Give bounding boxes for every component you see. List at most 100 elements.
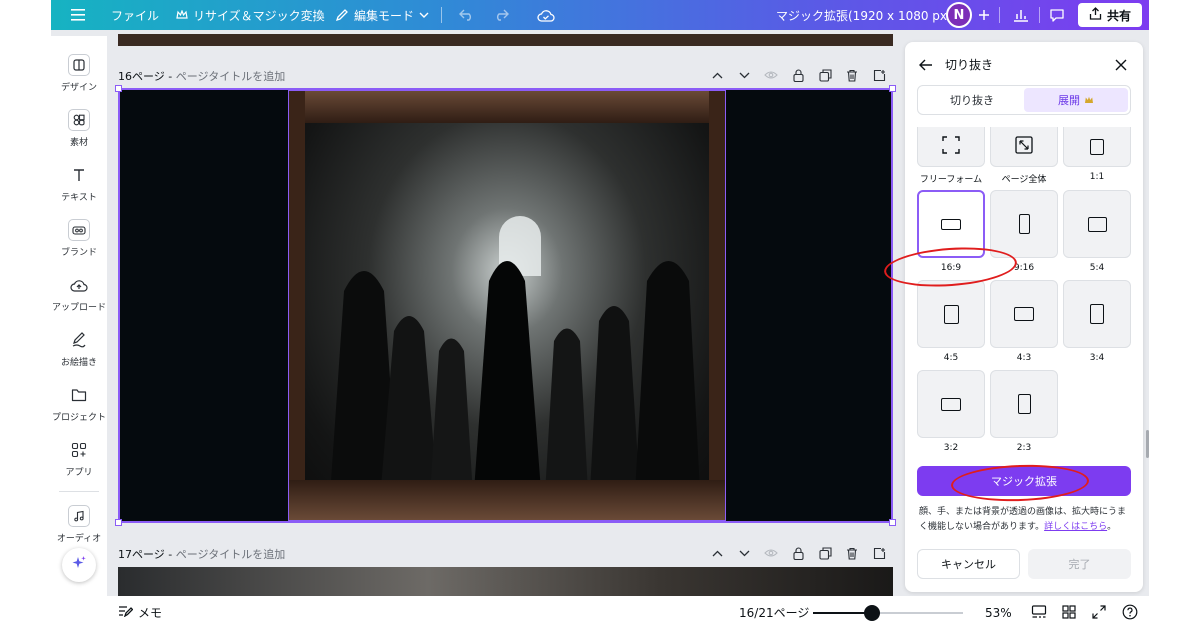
grid-view-icon[interactable] [1061,604,1077,620]
avatar[interactable]: N [946,2,972,28]
ratio-option-5-4[interactable] [1063,190,1131,258]
page-16-canvas[interactable] [115,85,896,526]
ratio-option-3-2[interactable] [917,370,985,438]
crown-icon [176,10,188,20]
hamburger-icon [71,9,85,21]
toolbar-divider [999,7,1000,23]
resize-handle[interactable] [115,85,122,92]
sidebar-item-brand[interactable]: ブランド [51,215,107,265]
portrait-shape-icon [1017,394,1031,414]
chevron-up-icon[interactable] [709,67,725,83]
add-page-icon[interactable] [871,545,887,561]
memo-button[interactable]: メモ [118,596,162,629]
duplicate-icon[interactable] [817,545,833,561]
cloud-save-button[interactable] [537,0,555,30]
sidebar-item-label: お絵描き [60,358,97,368]
ornate-frame-bottom [289,480,725,520]
share-button[interactable]: 共有 [1078,3,1142,27]
document-title[interactable]: マジック拡張(1920 x 1080 px) [776,0,952,30]
sidebar-item-label: オーディオ [56,534,102,544]
resize-magic-switch-button[interactable]: リサイズ＆マジック変換 [176,0,325,30]
crop-mode-tabs: 切り抜き 展開 [917,85,1131,115]
ratio-label: 1:1 [1089,172,1105,182]
ratio-option-4-5[interactable] [917,280,985,348]
trash-icon[interactable] [844,67,860,83]
chevron-down-icon[interactable] [736,545,752,561]
panel-scrollbar[interactable] [1146,430,1149,458]
add-collaborator-button[interactable] [978,0,990,30]
tab-label: 切り抜き [950,94,994,107]
close-icon[interactable] [1115,56,1127,75]
sidebar-item-upload[interactable]: アップロード [51,270,107,320]
zoom-slider-knob[interactable] [864,605,881,621]
page-title-placeholder[interactable]: ページタイトルを追加 [176,70,286,83]
ratio-option-whole-page[interactable] [990,127,1058,167]
sidebar-item-apps[interactable]: アプリ [51,435,107,485]
insights-button[interactable] [1013,0,1029,30]
edit-mode-dropdown[interactable]: 編集モード [335,0,429,30]
landscape-shape-icon [1014,307,1034,321]
ratio-option-2-3[interactable] [990,370,1058,438]
resize-handle[interactable] [889,85,896,92]
sidebar-item-draw[interactable]: お絵描き [51,325,107,375]
done-button[interactable]: 完了 [1028,549,1131,579]
resize-handle[interactable] [889,519,896,526]
page-17-label[interactable]: 17ページ - ページタイトルを追加 [118,546,285,562]
trash-icon[interactable] [844,545,860,561]
undo-button[interactable] [459,0,475,30]
zoom-level[interactable]: 53% [985,596,1012,629]
ratio-option-1-1[interactable] [1063,127,1131,167]
duplicate-icon[interactable] [817,67,833,83]
page-16-label[interactable]: 16ページ - ページタイトルを追加 [118,68,285,84]
sidebar-item-design[interactable]: デザイン [51,50,107,100]
help-icon[interactable] [1122,604,1138,620]
sidebar-item-projects[interactable]: プロジェクト [51,380,107,430]
pencil-icon [335,8,349,22]
gothic-hall-image[interactable] [288,90,726,521]
eye-hidden-icon[interactable] [763,545,779,561]
back-arrow-icon[interactable] [919,56,933,75]
redo-button[interactable] [493,0,509,30]
page-counter[interactable]: 16/21ページ [739,596,809,629]
ratio-option-freeform[interactable] [917,127,985,167]
menu-button[interactable] [71,0,85,30]
crown-icon [1084,94,1094,107]
file-menu[interactable]: ファイル [111,0,159,30]
sparkle-icon [71,555,87,575]
fullscreen-icon[interactable] [1091,604,1107,620]
sidebar-item-audio[interactable]: オーディオ [51,501,107,551]
panel-header: 切り抜き [905,42,1143,84]
previous-page-preview[interactable] [118,34,893,46]
page-label-separator: - [164,70,176,83]
chevron-up-icon[interactable] [709,545,725,561]
sidebar-item-elements[interactable]: 素材 [51,105,107,155]
chevron-down-icon[interactable] [736,67,752,83]
memo-label: メモ [138,606,163,620]
ratio-option-9-16[interactable] [990,190,1058,258]
learn-more-link[interactable]: 詳しくはこちら [1044,522,1107,532]
eye-hidden-icon[interactable] [763,67,779,83]
cancel-button[interactable]: キャンセル [917,549,1020,579]
page-view-icon[interactable] [1031,604,1047,620]
magic-assistant-button[interactable] [62,548,96,582]
lock-icon[interactable] [790,545,806,561]
tab-crop[interactable]: 切り抜き [920,88,1024,112]
apps-icon [68,439,90,461]
tab-expand[interactable]: 展開 [1024,88,1128,112]
resize-handle[interactable] [115,519,122,526]
sidebar-divider [59,491,99,492]
portrait-shape-icon [943,304,959,324]
add-page-icon[interactable] [871,67,887,83]
sidebar-item-label: プロジェクト [51,413,106,423]
draw-icon [68,329,90,351]
sidebar-item-text[interactable]: テキスト [51,160,107,210]
page-title-placeholder[interactable]: ページタイトルを追加 [176,548,286,561]
lock-icon[interactable] [790,67,806,83]
ratio-option-4-3[interactable] [990,280,1058,348]
ratio-option-3-4[interactable] [1063,280,1131,348]
cloud-check-icon [537,9,555,22]
zoom-slider[interactable] [813,612,963,614]
ratio-label: 2:3 [1016,443,1032,453]
comments-button[interactable] [1049,0,1065,30]
speech-bubble-icon [1049,8,1065,23]
